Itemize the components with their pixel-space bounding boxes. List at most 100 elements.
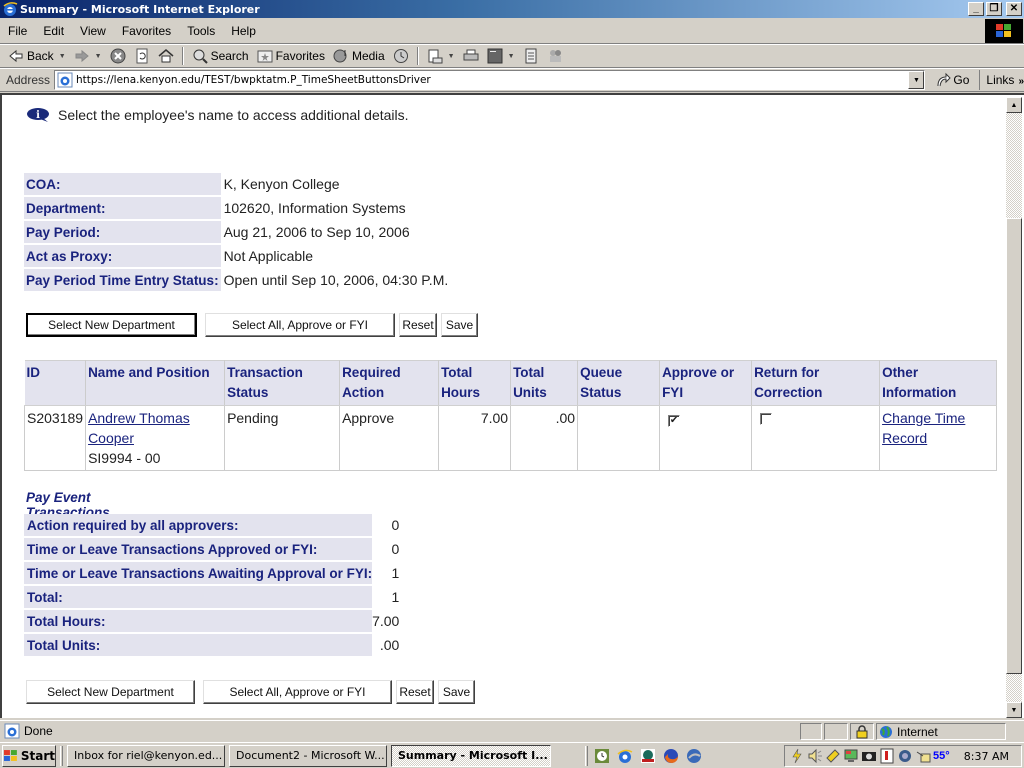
taskbar: Start Inbox for riel@kenyon.ed... W Docu… bbox=[0, 742, 1024, 768]
edit-dropdown-icon[interactable]: ▼ bbox=[508, 53, 515, 60]
task-word[interactable]: W Document2 - Microsoft W... bbox=[229, 744, 387, 767]
save-button[interactable]: Save bbox=[438, 680, 475, 704]
mail-dropdown-icon[interactable]: ▼ bbox=[448, 53, 455, 60]
pay-event-row: Total: 1 bbox=[24, 586, 399, 608]
favorites-button[interactable]: Favorites bbox=[253, 46, 329, 66]
save-button[interactable]: Save bbox=[441, 313, 478, 337]
internet-explorer-icon[interactable] bbox=[617, 748, 633, 764]
column-header-approve-fyi: Approve or FYI bbox=[659, 360, 753, 406]
home-button[interactable] bbox=[154, 46, 178, 66]
history-button[interactable] bbox=[389, 46, 413, 66]
status-panel bbox=[800, 723, 822, 740]
favorites-label: Favorites bbox=[275, 49, 325, 63]
required-action: Approve bbox=[339, 405, 440, 471]
weather-temperature[interactable]: 55° bbox=[933, 750, 950, 762]
toolbar-separator bbox=[416, 47, 419, 65]
lock-icon bbox=[856, 724, 868, 738]
media-label: Media bbox=[351, 49, 385, 63]
scroll-up-button[interactable]: ▲ bbox=[1006, 97, 1022, 113]
history-icon bbox=[393, 49, 408, 63]
tray-app-icon[interactable] bbox=[825, 748, 841, 764]
detail-label: Pay Period: bbox=[24, 221, 221, 243]
change-time-record-link[interactable]: Change Time Record bbox=[882, 410, 965, 446]
refresh-button[interactable] bbox=[130, 46, 154, 66]
select-all-approve-button[interactable]: Select All, Approve or FYI bbox=[205, 313, 395, 337]
task-internet-explorer[interactable]: Summary - Microsoft I... bbox=[391, 744, 551, 767]
select-new-department-button[interactable]: Select New Department bbox=[26, 313, 197, 337]
vertical-scrollbar[interactable]: ▲ ▼ bbox=[1006, 97, 1022, 718]
back-dropdown-icon[interactable]: ▼ bbox=[59, 53, 66, 60]
minimize-button[interactable]: _ bbox=[968, 2, 984, 16]
forward-button[interactable]: ▼ bbox=[70, 46, 106, 66]
pay-event-value: 0 bbox=[391, 541, 400, 557]
discuss-button[interactable] bbox=[519, 46, 543, 66]
status-panel bbox=[824, 723, 848, 740]
status-bar: Done Internet bbox=[0, 720, 1024, 741]
pay-event-value: 0 bbox=[391, 517, 400, 533]
restore-icon: ❐ bbox=[989, 3, 999, 14]
reset-button[interactable]: Reset bbox=[396, 680, 434, 704]
clock-app-icon[interactable] bbox=[594, 748, 610, 764]
clock[interactable]: 8:37 AM bbox=[964, 750, 1009, 763]
camera-icon[interactable] bbox=[861, 748, 877, 764]
restore-button[interactable]: ❐ bbox=[986, 2, 1002, 16]
stop-icon bbox=[110, 48, 126, 64]
pay-event-table: Action required by all approvers: 0 Time … bbox=[24, 512, 399, 658]
page-done-icon bbox=[4, 723, 20, 739]
column-header-total-hours: Total Hours bbox=[438, 360, 512, 406]
svg-text:i: i bbox=[36, 110, 40, 121]
tray-info-icon[interactable] bbox=[879, 748, 895, 764]
employee-id: S203189 bbox=[23, 405, 87, 471]
menu-file[interactable]: File bbox=[0, 24, 35, 38]
media-button[interactable]: Media bbox=[329, 46, 389, 66]
address-bar: Address https://lena.kenyon.edu/TEST/bwp… bbox=[0, 68, 1024, 92]
power-icon[interactable] bbox=[789, 748, 805, 764]
stop-button[interactable] bbox=[106, 46, 130, 66]
task-thunderbird[interactable]: Inbox for riel@kenyon.ed... bbox=[67, 744, 225, 767]
thunderbird-icon[interactable] bbox=[686, 748, 702, 764]
return-correction-checkbox[interactable] bbox=[760, 413, 773, 425]
pay-event-label: Time or Leave Transactions Approved or F… bbox=[24, 538, 373, 560]
pay-event-row: Total Hours: 7.00 bbox=[24, 610, 399, 632]
address-dropdown-button[interactable]: ▼ bbox=[908, 71, 925, 89]
system-tray: 55° 8:37 AM bbox=[784, 745, 1022, 767]
approve-checkbox[interactable]: ✔ bbox=[668, 415, 681, 427]
quicklaunch-handle[interactable] bbox=[585, 745, 588, 766]
scroll-down-button[interactable]: ▼ bbox=[1006, 702, 1022, 718]
page-content: i Select the employee's name to access a… bbox=[0, 93, 1024, 718]
menu-favorites[interactable]: Favorites bbox=[114, 24, 179, 38]
total-units: .00 bbox=[510, 405, 579, 471]
edit-button[interactable]: ▼ bbox=[483, 46, 519, 66]
menu-view[interactable]: View bbox=[72, 24, 114, 38]
approve-cell: ✔ bbox=[659, 405, 753, 471]
employee-name-link[interactable]: Andrew Thomas Cooper bbox=[88, 410, 190, 446]
search-button[interactable]: Search bbox=[188, 46, 253, 66]
close-button[interactable]: ✕ bbox=[1006, 2, 1022, 16]
pay-event-value: 1 bbox=[391, 565, 400, 581]
menu-help[interactable]: Help bbox=[223, 24, 264, 38]
address-input[interactable]: https://lena.kenyon.edu/TEST/bwpktatm.P_… bbox=[54, 70, 926, 90]
messenger-button[interactable] bbox=[543, 46, 567, 66]
scrollbar-thumb[interactable] bbox=[1006, 218, 1022, 674]
display-icon[interactable] bbox=[843, 748, 859, 764]
forward-dropdown-icon[interactable]: ▼ bbox=[95, 53, 102, 60]
network-icon[interactable] bbox=[897, 748, 913, 764]
employee-position: SI9994 - 00 bbox=[88, 450, 161, 466]
volume-icon[interactable] bbox=[807, 748, 823, 764]
pay-event-row: Time or Leave Transactions Awaiting Appr… bbox=[24, 562, 399, 584]
select-new-department-button[interactable]: Select New Department bbox=[26, 680, 195, 704]
back-button[interactable]: Back ▼ bbox=[4, 46, 70, 66]
links-button[interactable]: Links» bbox=[986, 73, 1024, 87]
menu-tools[interactable]: Tools bbox=[179, 24, 223, 38]
menu-edit[interactable]: Edit bbox=[35, 24, 72, 38]
start-button[interactable]: Start bbox=[2, 744, 56, 767]
network-app-icon[interactable] bbox=[640, 748, 656, 764]
taskbar-handle[interactable] bbox=[60, 745, 63, 766]
go-button[interactable]: Go bbox=[935, 70, 981, 90]
select-all-approve-button[interactable]: Select All, Approve or FYI bbox=[203, 680, 392, 704]
mail-button[interactable]: ▼ bbox=[423, 46, 459, 66]
firefox-icon[interactable] bbox=[663, 748, 679, 764]
reset-button[interactable]: Reset bbox=[399, 313, 437, 337]
print-button[interactable] bbox=[459, 46, 483, 66]
wireless-icon[interactable] bbox=[915, 748, 931, 764]
